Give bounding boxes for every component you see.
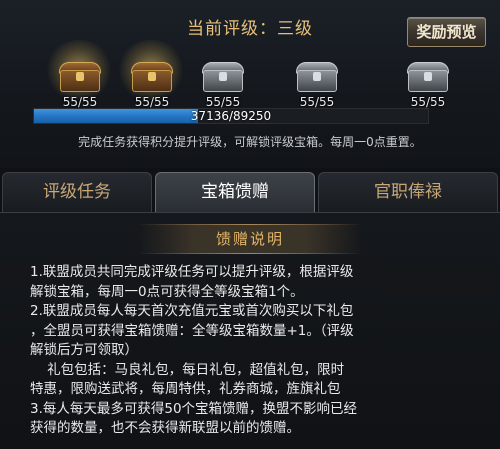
description-line: ，全盟员可获得宝箱馈赠：全等级宝箱数量+1。（评级 xyxy=(30,322,354,339)
description-line: 3.每人每天最多可获得50个宝箱馈赠，换盟不影响已经 xyxy=(30,400,358,417)
description-line: 特惠，限购送武将，每周特供，礼券商城，旌旗礼包 xyxy=(30,381,341,397)
description-line: 礼包包括：马良礼包，每日礼包，超值礼包，限时 xyxy=(30,361,345,378)
description-text: 1.联盟成员共同完成评级任务可以提升评级，根据评级 解锁宝箱，每周一0点可获得全… xyxy=(30,263,470,439)
gold-chest-icon[interactable] xyxy=(57,60,103,94)
rank-progress-bar: 37136/89250 xyxy=(33,108,429,124)
chest-count-4: 55/55 xyxy=(299,95,335,109)
rank-panel: 当前评级：三级 奖励预览 55/55 55/55 55/55 55/55 55/… xyxy=(0,0,500,168)
silver-chest-icon[interactable] xyxy=(294,60,340,94)
tab-bar: 评级任务 宝箱馈赠 官职俸禄 xyxy=(0,168,500,214)
tab-rank-tasks[interactable]: 评级任务 xyxy=(2,172,152,212)
description-line: 2.联盟成员每人每天首次充值元宝或首次购买以下礼包 xyxy=(30,303,354,319)
chest-count-5: 55/55 xyxy=(410,95,446,109)
chest-count-2: 55/55 xyxy=(134,95,170,109)
tab-official-salary[interactable]: 官职俸禄 xyxy=(318,172,498,212)
description-line: 解锁后方可领取） xyxy=(30,342,138,358)
gold-chest-icon[interactable] xyxy=(129,60,175,94)
chest-count-3: 55/55 xyxy=(205,95,241,109)
progress-text: 37136/89250 xyxy=(190,109,272,123)
description-line: 解锁宝箱，每周一0点可获得全等级宝箱1个。 xyxy=(30,283,304,300)
silver-chest-icon[interactable] xyxy=(405,60,451,94)
rank-hint-text: 完成任务获得积分提升评级，可解锁评级宝箱。每周一0点重置。 xyxy=(78,135,422,149)
chest-count-1: 55/55 xyxy=(62,95,98,109)
description-line: 1.联盟成员共同完成评级任务可以提升评级，根据评级 xyxy=(30,264,354,280)
section-title: 馈赠说明 xyxy=(138,224,362,254)
gift-description-panel: 馈赠说明 1.联盟成员共同完成评级任务可以提升评级，根据评级 解锁宝箱，每周一0… xyxy=(0,212,500,449)
silver-chest-icon[interactable] xyxy=(200,60,246,94)
reward-preview-button[interactable]: 奖励预览 xyxy=(407,17,486,47)
description-line: 获得的数量，也不会获得新联盟以前的馈赠。 xyxy=(30,420,300,436)
tab-chest-gifts[interactable]: 宝箱馈赠 xyxy=(155,172,315,212)
